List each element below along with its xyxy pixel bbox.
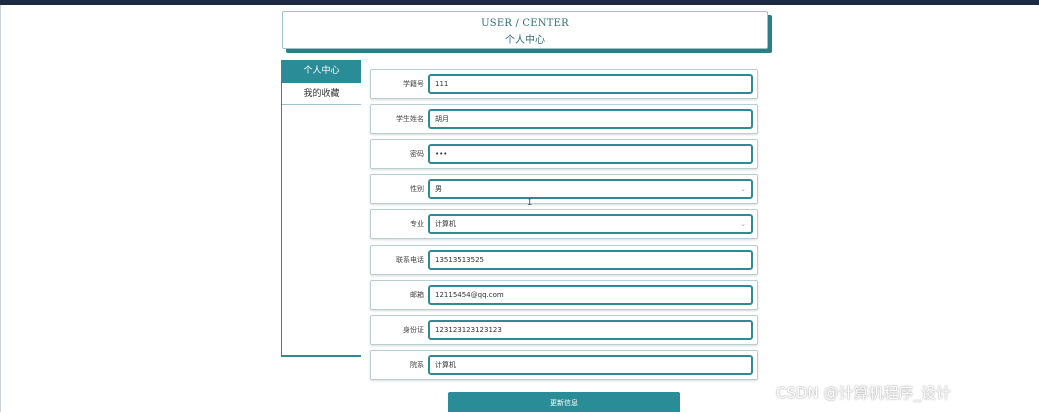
page-left-border (0, 5, 1, 412)
major-select-value: 计算机 (435, 220, 456, 228)
field-label: 院系 (410, 361, 424, 369)
text-cursor-icon: I (527, 198, 533, 208)
field-label: 学生姓名 (396, 115, 424, 123)
page-header: USER / CENTER 个人中心 (282, 11, 768, 49)
gender-select-value: 男 (435, 185, 442, 193)
form-row-password: 密码 ••• (370, 139, 758, 169)
chevron-down-icon: ⌄ (740, 185, 746, 193)
form-row-major: 专业 计算机 ⌄ (370, 209, 758, 239)
sidebar-item-favorites[interactable]: 我的收藏 (282, 83, 361, 105)
top-bar (0, 0, 1039, 5)
id-card-input[interactable]: 123123123123123 (428, 320, 753, 340)
update-info-button[interactable]: 更新信息 (448, 392, 680, 412)
field-label: 身份证 (403, 326, 424, 334)
email-input[interactable]: 12115454@qq.com (428, 285, 753, 305)
header-title-en: USER / CENTER (481, 18, 569, 29)
header-title-cn: 个人中心 (505, 35, 545, 46)
form-row-gender: 性别 男 ⌄ (370, 174, 758, 204)
field-label: 性别 (410, 185, 424, 193)
sidebar-item-personal-center[interactable]: 个人中心 (282, 60, 361, 83)
form-row-department: 院系 计算机 (370, 350, 758, 380)
phone-input[interactable]: 13513513525 (428, 250, 753, 270)
chevron-down-icon: ⌄ (740, 220, 746, 228)
student-name-input[interactable]: 胡月 (428, 109, 753, 129)
watermark: CSDN @计算机程序_设计 (776, 384, 952, 402)
gender-select[interactable]: 男 ⌄ (428, 179, 753, 199)
field-label: 学籍号 (403, 80, 424, 88)
form-row-student-id: 学籍号 111 (370, 69, 758, 99)
department-input[interactable]: 计算机 (428, 355, 753, 375)
form-row-email: 邮箱 12115454@qq.com (370, 280, 758, 310)
form-row-id-card: 身份证 123123123123123 (370, 315, 758, 345)
field-label: 联系电话 (396, 256, 424, 264)
field-label: 邮箱 (410, 291, 424, 299)
field-label: 专业 (410, 220, 424, 228)
major-select[interactable]: 计算机 ⌄ (428, 214, 753, 234)
student-id-input[interactable]: 111 (428, 74, 753, 94)
form-row-phone: 联系电话 13513513525 (370, 245, 758, 275)
field-label: 密码 (410, 150, 424, 158)
sidebar: 个人中心 我的收藏 (281, 60, 361, 357)
password-input[interactable]: ••• (428, 144, 753, 164)
form-row-student-name: 学生姓名 胡月 (370, 104, 758, 134)
